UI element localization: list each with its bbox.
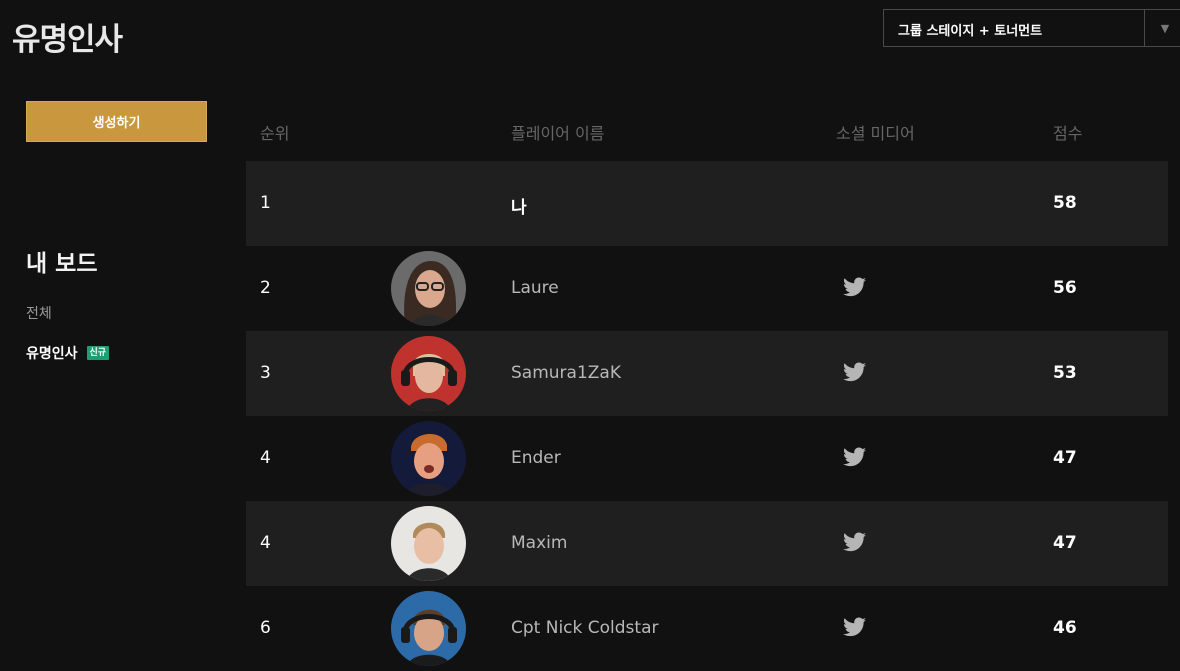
row-rank: 4 xyxy=(260,448,271,468)
sidebar-item-famous[interactable]: 유명인사 신규 xyxy=(26,343,110,363)
row-score: 47 xyxy=(1053,533,1077,553)
table-row: 3 Samura1ZaK 53 xyxy=(246,331,1168,416)
maxim-avatar xyxy=(391,506,466,581)
column-header-rank: 순위 xyxy=(260,124,290,143)
table-row: 4 Maxim 47 xyxy=(246,501,1168,586)
row-rank: 4 xyxy=(260,533,271,553)
row-rank: 3 xyxy=(260,363,271,383)
twitter-icon[interactable] xyxy=(843,617,866,637)
page-title: 유명인사 xyxy=(12,22,123,58)
twitter-icon[interactable] xyxy=(843,447,866,467)
row-score: 56 xyxy=(1053,278,1077,298)
leaderboard-table: 순위 플레이어 이름 소셜 미디어 점수 1 나 58 2 Laure 56 3… xyxy=(246,100,1168,671)
laure-avatar xyxy=(391,251,466,326)
row-score: 46 xyxy=(1053,618,1077,638)
sidebar-item-label: 유명인사 xyxy=(26,346,78,362)
column-header-score: 점수 xyxy=(1053,124,1083,143)
row-player-name: Ender xyxy=(511,448,561,468)
row-player-name: Laure xyxy=(511,278,559,298)
caret-down-icon[interactable]: ▼ xyxy=(1144,10,1180,46)
column-header-social: 소셜 미디어 xyxy=(836,124,915,143)
table-row: 6 Cpt Nick Coldstar 46 xyxy=(246,586,1168,671)
row-score: 47 xyxy=(1053,448,1077,468)
row-rank: 1 xyxy=(260,193,271,213)
new-badge: 신규 xyxy=(86,346,110,360)
stage-select-dropdown[interactable]: 그룹 스테이지 + 토너먼트 ▼ xyxy=(883,9,1180,47)
table-row: 1 나 58 xyxy=(246,161,1168,246)
my-board-heading: 내 보드 xyxy=(26,251,98,277)
sidebar-item-all[interactable]: 전체 xyxy=(26,303,52,323)
table-row: 4 Ender 47 xyxy=(246,416,1168,501)
cpt-nick-coldstar-avatar xyxy=(391,591,466,666)
row-player-name: 나 xyxy=(511,198,527,218)
row-rank: 6 xyxy=(260,618,271,638)
table-header: 순위 플레이어 이름 소셜 미디어 점수 xyxy=(246,100,1168,161)
row-player-name: Samura1ZaK xyxy=(511,363,621,383)
create-button[interactable]: 생성하기 xyxy=(26,101,207,142)
twitter-icon[interactable] xyxy=(843,532,866,552)
ender-avatar xyxy=(391,421,466,496)
row-player-name: Cpt Nick Coldstar xyxy=(511,618,659,638)
column-header-player: 플레이어 이름 xyxy=(511,124,605,143)
table-row: 2 Laure 56 xyxy=(246,246,1168,331)
row-player-name: Maxim xyxy=(511,533,568,553)
row-rank: 2 xyxy=(260,278,271,298)
twitter-icon[interactable] xyxy=(843,277,866,297)
twitter-icon[interactable] xyxy=(843,362,866,382)
stage-select-value: 그룹 스테이지 + 토너먼트 xyxy=(898,24,1043,39)
samura1zak-avatar xyxy=(391,336,466,411)
row-score: 58 xyxy=(1053,193,1077,213)
row-score: 53 xyxy=(1053,363,1077,383)
